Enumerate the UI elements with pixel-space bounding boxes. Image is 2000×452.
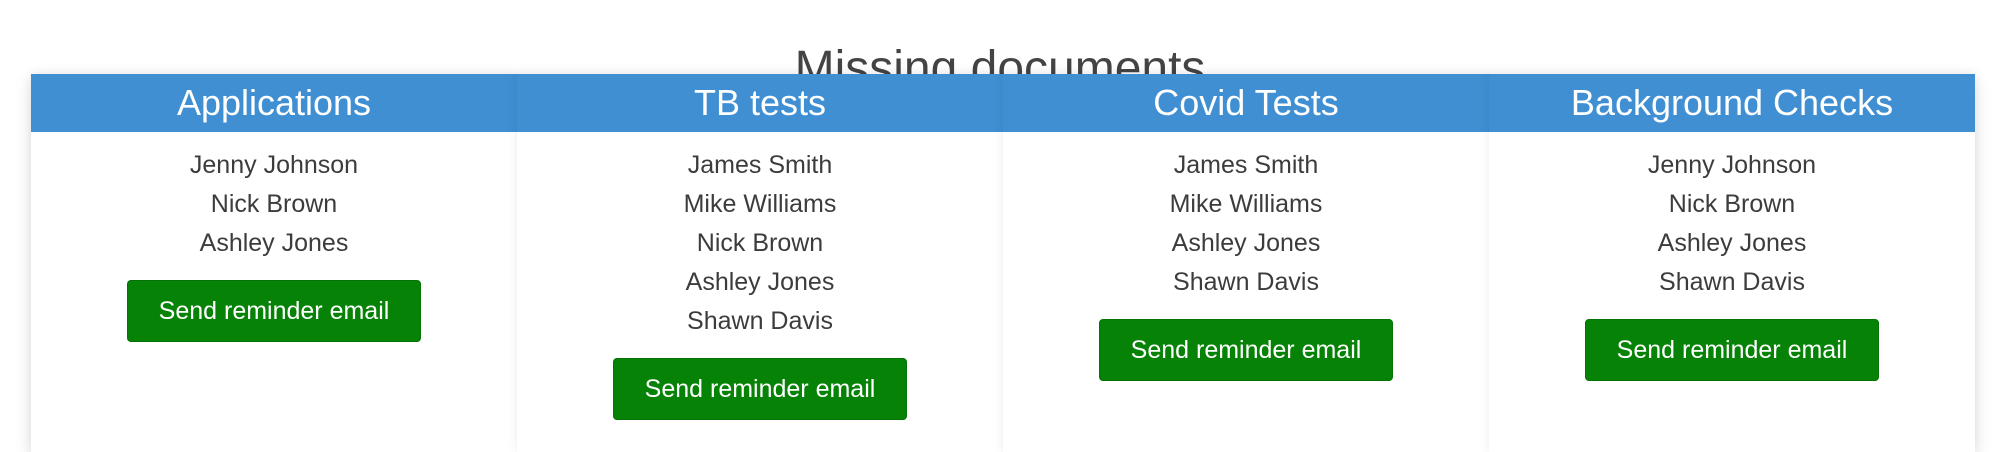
send-reminder-email-button[interactable]: Send reminder email xyxy=(1099,319,1393,381)
column-tb-tests: TB tests James Smith Mike Williams Nick … xyxy=(517,74,1003,452)
column-body: James Smith Mike Williams Ashley Jones S… xyxy=(1003,132,1489,381)
name-list: James Smith Mike Williams Nick Brown Ash… xyxy=(517,146,1003,341)
name-list: James Smith Mike Williams Ashley Jones S… xyxy=(1003,146,1489,302)
send-reminder-email-button[interactable]: Send reminder email xyxy=(1585,319,1879,381)
list-item: Ashley Jones xyxy=(685,268,835,296)
list-item: Nick Brown xyxy=(1668,190,1796,218)
column-covid-tests: Covid Tests James Smith Mike Williams As… xyxy=(1003,74,1489,452)
list-item: Shawn Davis xyxy=(1659,268,1805,296)
column-body: James Smith Mike Williams Nick Brown Ash… xyxy=(517,132,1003,420)
column-applications: Applications Jenny Johnson Nick Brown As… xyxy=(31,74,517,452)
name-list: Jenny Johnson Nick Brown Ashley Jones xyxy=(31,146,517,263)
missing-documents-page: Missing documents Applications Jenny Joh… xyxy=(0,0,2000,452)
list-item: Mike Williams xyxy=(1169,190,1323,218)
column-header: Covid Tests xyxy=(1003,74,1489,132)
column-background-checks: Background Checks Jenny Johnson Nick Bro… xyxy=(1489,74,1975,452)
list-item: Ashley Jones xyxy=(199,229,349,257)
list-item: Shawn Davis xyxy=(1173,268,1319,296)
column-header: TB tests xyxy=(517,74,1003,132)
list-item: Mike Williams xyxy=(683,190,837,218)
column-body: Jenny Johnson Nick Brown Ashley Jones Se… xyxy=(31,132,517,342)
list-item: Nick Brown xyxy=(696,229,824,257)
list-item: Jenny Johnson xyxy=(189,151,359,179)
list-item: Ashley Jones xyxy=(1171,229,1321,257)
send-reminder-email-button[interactable]: Send reminder email xyxy=(613,358,907,420)
column-header: Background Checks xyxy=(1489,74,1975,132)
document-columns: Applications Jenny Johnson Nick Brown As… xyxy=(31,74,1975,452)
list-item: Jenny Johnson xyxy=(1647,151,1817,179)
list-item: Nick Brown xyxy=(210,190,338,218)
list-item: Ashley Jones xyxy=(1657,229,1807,257)
column-header: Applications xyxy=(31,74,517,132)
list-item: Shawn Davis xyxy=(687,307,833,335)
list-item: James Smith xyxy=(687,151,833,179)
column-body: Jenny Johnson Nick Brown Ashley Jones Sh… xyxy=(1489,132,1975,381)
name-list: Jenny Johnson Nick Brown Ashley Jones Sh… xyxy=(1489,146,1975,302)
send-reminder-email-button[interactable]: Send reminder email xyxy=(127,280,421,342)
list-item: James Smith xyxy=(1173,151,1319,179)
